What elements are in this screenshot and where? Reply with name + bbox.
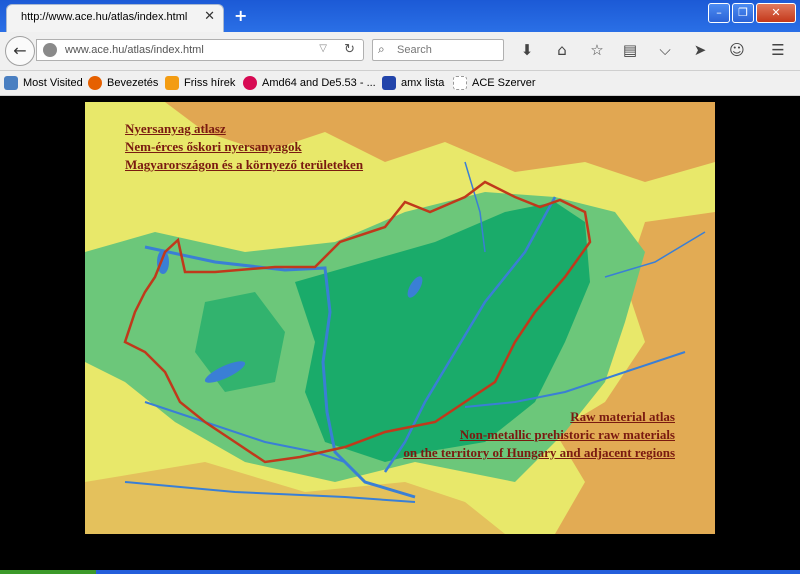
url-bar[interactable]: www.ace.hu/atlas/index.html ▽ ↻ (36, 39, 364, 61)
close-window-button[interactable]: ✕ (756, 3, 796, 23)
link-en-title[interactable]: Raw material atlas (403, 408, 675, 426)
maximize-button[interactable]: ❐ (732, 3, 754, 23)
browser-tab[interactable]: http://www.ace.hu/atlas/index.html ✕ (6, 4, 224, 32)
carpathian-basin-map[interactable]: Nyersanyag atlasz Nem-érces őskori nyers… (85, 102, 715, 534)
bookmark-ace-szerver[interactable]: ACE Szerver (453, 76, 536, 90)
back-button[interactable]: ← (5, 36, 35, 66)
most-visited-icon (4, 76, 18, 90)
window-controls: – ❐ ✕ (708, 3, 796, 23)
rss-icon (165, 76, 179, 90)
reload-icon[interactable]: ↻ (344, 42, 355, 57)
firefox-icon (88, 76, 102, 90)
title-bar: http://www.ace.hu/atlas/index.html ✕ + –… (0, 0, 800, 32)
bookmark-amd64[interactable]: Amd64 and De5.53 - ... (243, 76, 376, 90)
bookmarks-bar: Most Visited Bevezetés Friss hírek Amd64… (0, 71, 800, 96)
tab-title: http://www.ace.hu/atlas/index.html (21, 11, 188, 23)
pocket-icon[interactable]: ⌵ (655, 41, 675, 59)
link-en-line2[interactable]: Non-metallic prehistoric raw materials (403, 426, 675, 444)
bookmark-amx-lista[interactable]: amx lista (382, 76, 444, 90)
debian-icon (243, 76, 257, 90)
english-title-links: Raw material atlas Non-metallic prehisto… (403, 408, 675, 462)
bookmark-bevezetes[interactable]: Bevezetés (88, 76, 158, 90)
search-placeholder: Search (397, 44, 432, 56)
minimize-button[interactable]: – (708, 3, 730, 23)
smiley-icon[interactable]: ☺ (727, 41, 747, 59)
star-icon[interactable]: ☆ (587, 41, 607, 59)
page-icon (453, 76, 467, 90)
link-hu-line3[interactable]: Magyarországon és a környező területeken (125, 156, 363, 174)
link-en-line3[interactable]: on the territory of Hungary and adjacent… (403, 444, 675, 462)
browser-chrome: http://www.ace.hu/atlas/index.html ✕ + –… (0, 0, 800, 96)
bookmark-most-visited[interactable]: Most Visited (4, 76, 83, 90)
search-input[interactable]: ⌕ Search (372, 39, 504, 61)
menu-icon[interactable]: ☰ (768, 41, 788, 59)
globe-icon (43, 43, 57, 57)
home-icon[interactable]: ⌂ (552, 41, 572, 59)
download-icon[interactable]: ⬇ (517, 41, 537, 59)
taskbar-strip (0, 570, 800, 574)
link-hu-title[interactable]: Nyersanyag atlasz (125, 120, 363, 138)
mailman-icon (382, 76, 396, 90)
link-hu-line2[interactable]: Nem-érces őskori nyersanyagok (125, 138, 363, 156)
url-text[interactable]: www.ace.hu/atlas/index.html (65, 44, 204, 56)
page-content: Nyersanyag atlasz Nem-érces őskori nyers… (0, 96, 800, 570)
close-tab-icon[interactable]: ✕ (204, 9, 215, 24)
send-icon[interactable]: ➤ (690, 41, 710, 59)
search-icon: ⌕ (378, 42, 385, 56)
hungarian-title-links: Nyersanyag atlasz Nem-érces őskori nyers… (125, 120, 363, 174)
new-tab-button[interactable]: + (234, 6, 247, 25)
history-dropdown-icon[interactable]: ▽ (319, 43, 327, 54)
bookmark-friss-hirek[interactable]: Friss hírek (165, 76, 235, 90)
reading-list-icon[interactable]: ▤ (620, 41, 640, 59)
navigation-toolbar: ← www.ace.hu/atlas/index.html ▽ ↻ ⌕ Sear… (0, 32, 800, 71)
